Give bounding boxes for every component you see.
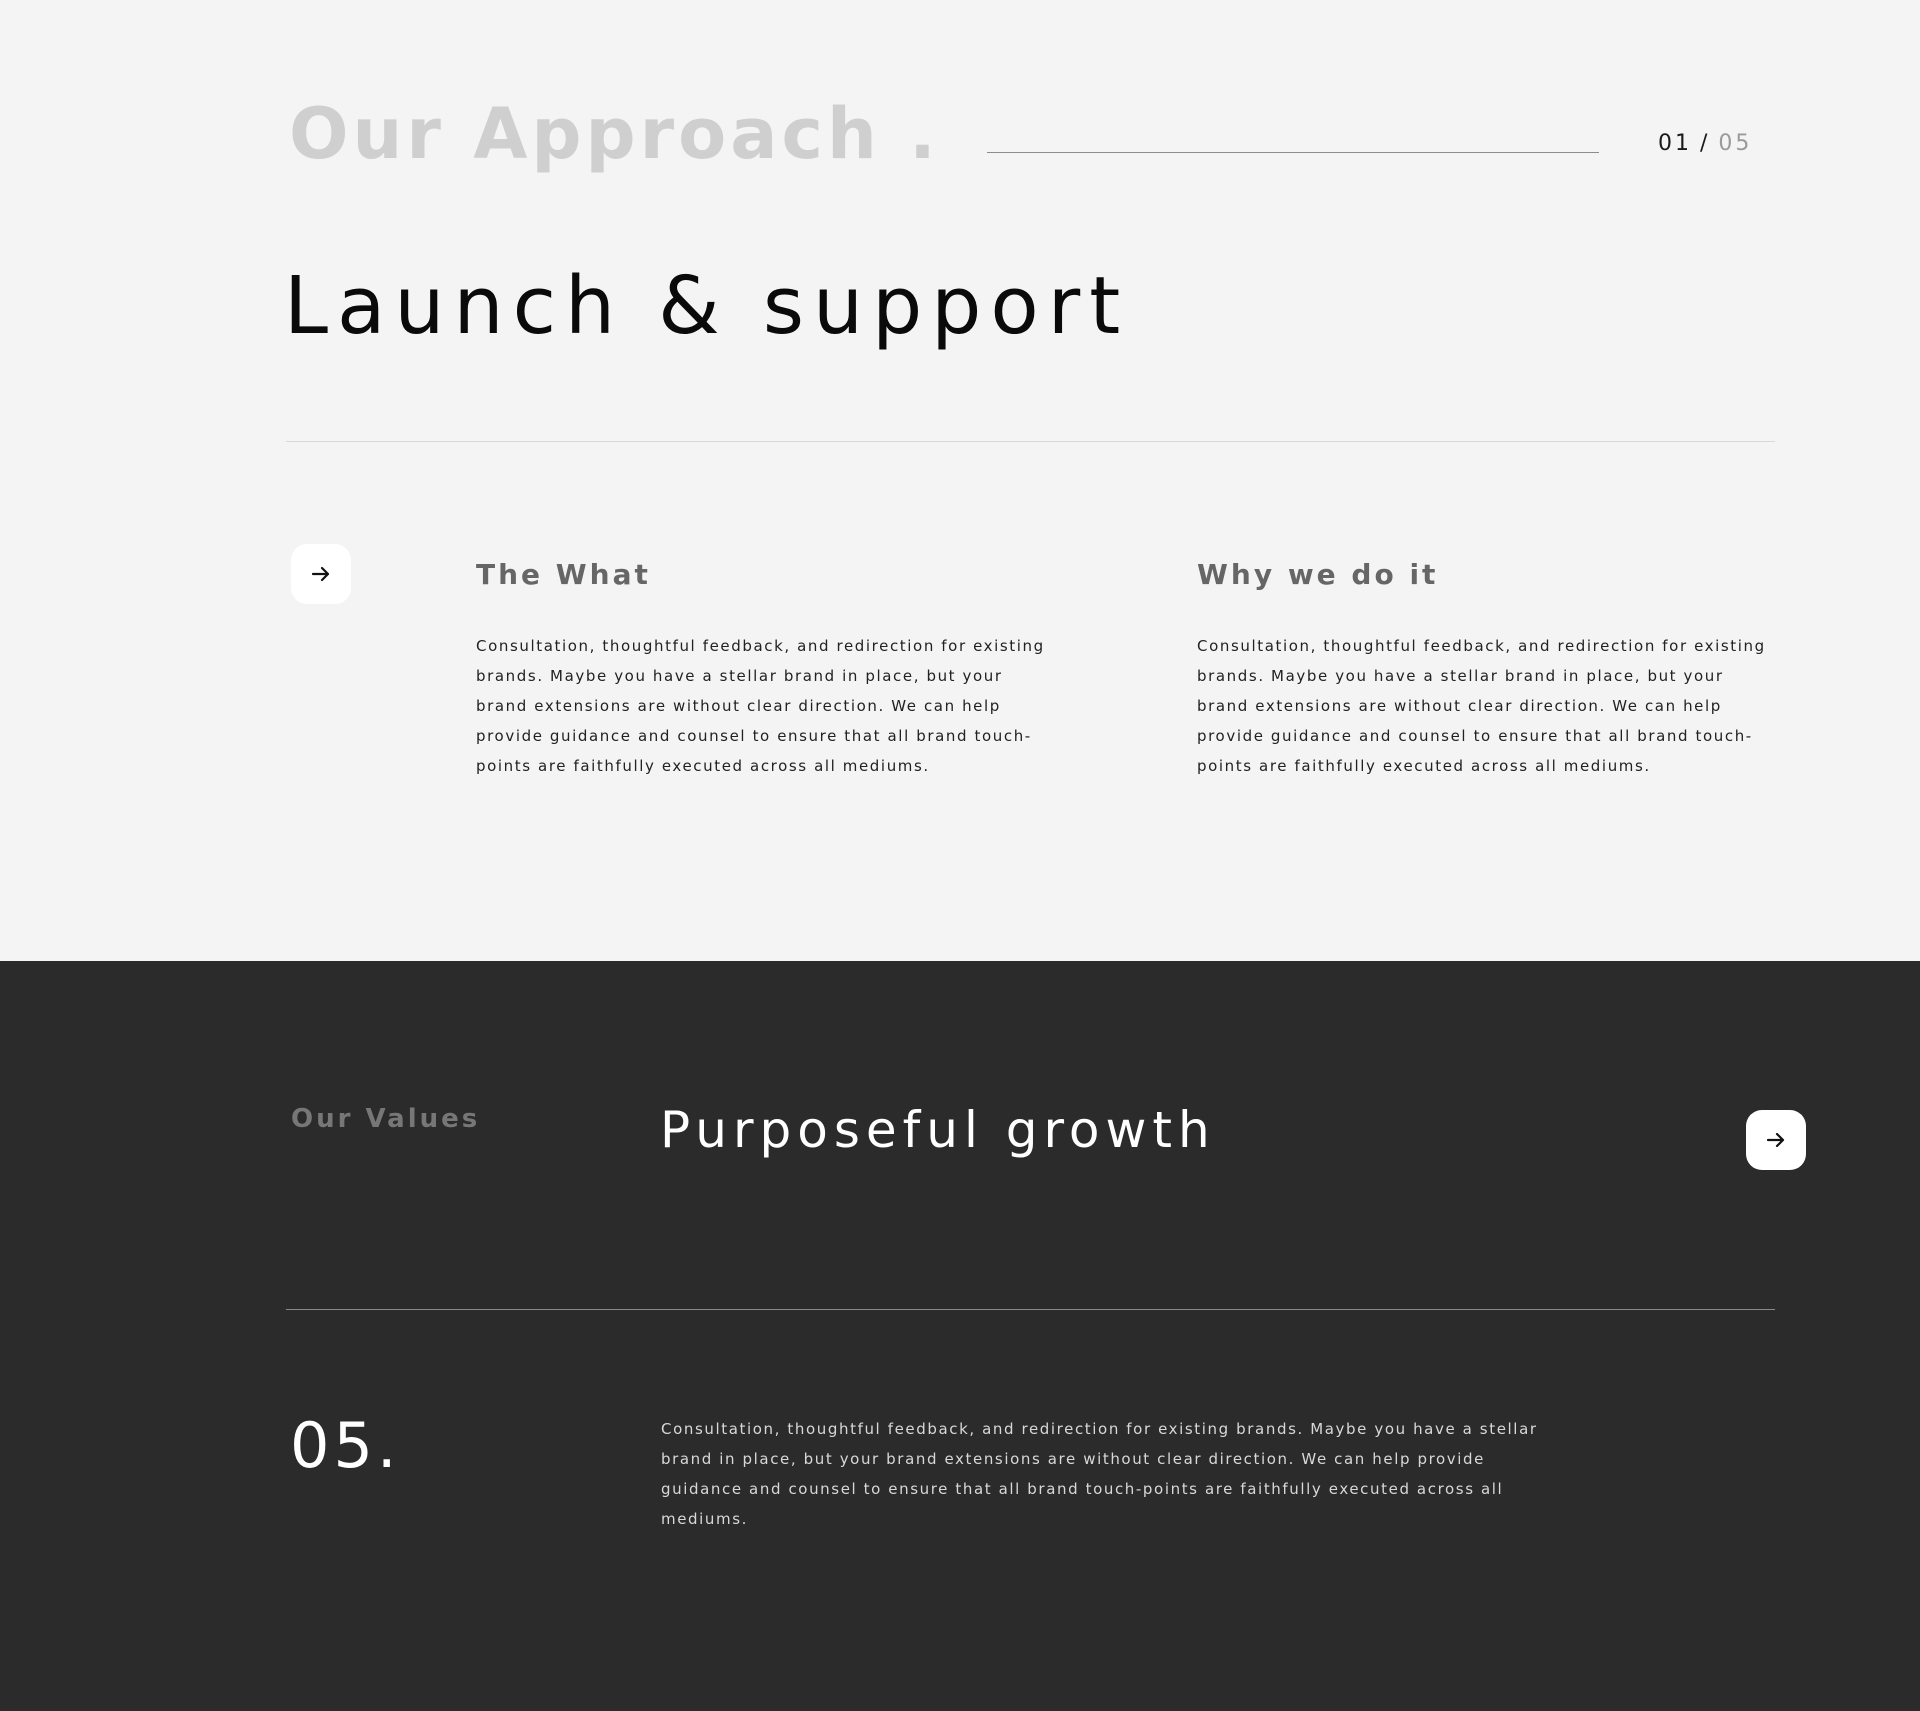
- values-next-button[interactable]: [1746, 1110, 1806, 1170]
- title-divider: [286, 441, 1775, 442]
- why-title: Why we do it: [1197, 558, 1439, 591]
- approach-section: Our Approach . 01 / 05 Launch & support Th…: [0, 0, 1920, 961]
- what-column: The What Consultation, thoughtful feedba…: [476, 555, 1056, 781]
- counter-total: 05: [1718, 131, 1753, 156]
- values-title: Purposeful growth: [660, 1101, 1216, 1159]
- slide-counter: 01 / 05: [1658, 131, 1752, 156]
- next-button[interactable]: [291, 544, 351, 604]
- values-body: Consultation, thoughtful feedback, and r…: [661, 1420, 1538, 1528]
- values-section: [0, 961, 1920, 1711]
- what-title: The What: [476, 558, 651, 591]
- counter-separator: /: [1700, 131, 1711, 156]
- counter-current: 01: [1658, 131, 1692, 156]
- page-title: Launch & support: [284, 260, 1130, 352]
- arrow-right-icon: [311, 566, 330, 582]
- values-number: 05.: [290, 1409, 401, 1482]
- why-column: Why we do it Consultation, thoughtful fe…: [1197, 555, 1777, 781]
- values-label: Our Values: [291, 1104, 481, 1134]
- why-body: Consultation, thoughtful feedback, and r…: [1197, 637, 1766, 775]
- heading-divider: [987, 152, 1599, 153]
- what-body: Consultation, thoughtful feedback, and r…: [476, 637, 1045, 775]
- section-heading: Our Approach .: [289, 93, 940, 175]
- values-divider: [286, 1309, 1775, 1310]
- arrow-right-icon: [1766, 1132, 1785, 1148]
